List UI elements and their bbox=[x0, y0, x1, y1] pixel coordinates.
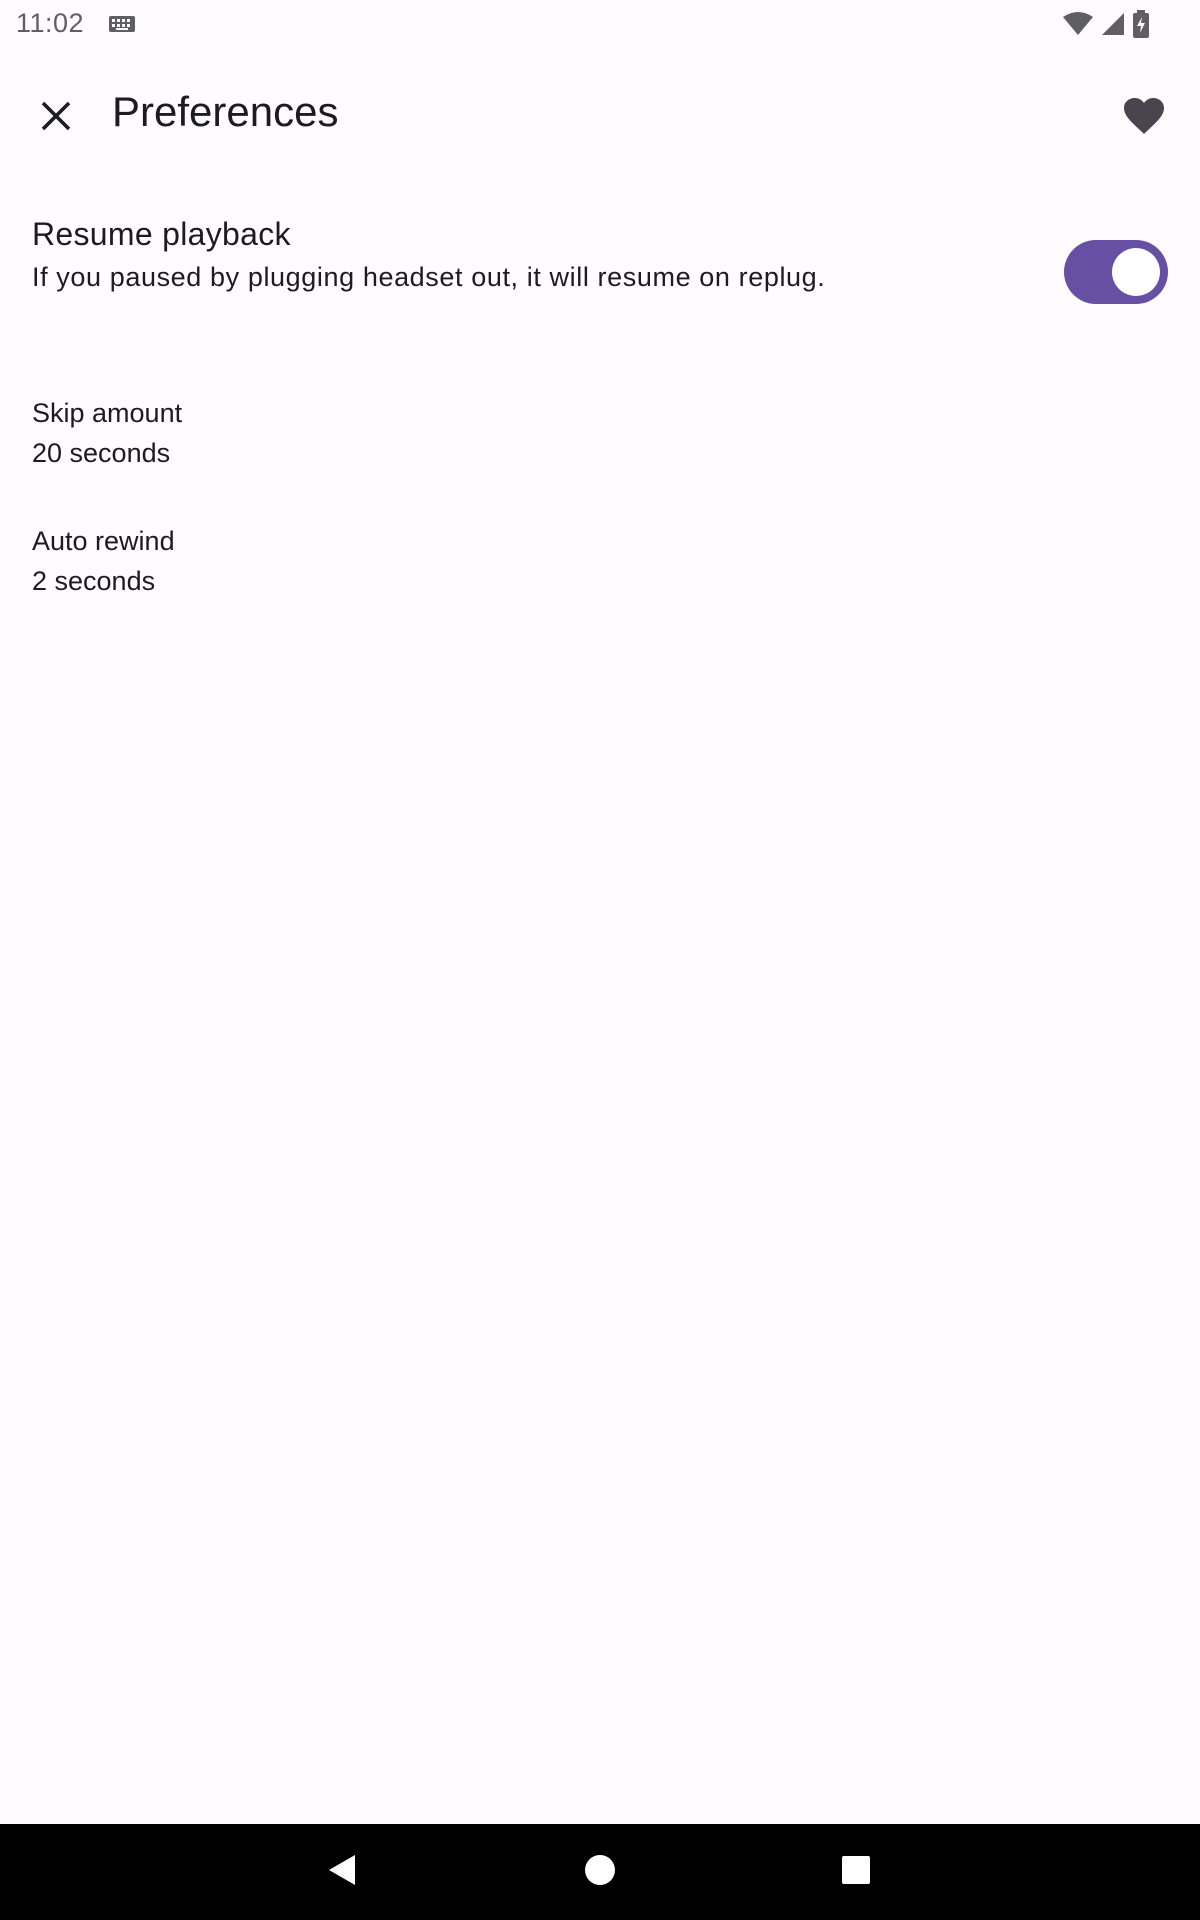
heart-icon bbox=[1123, 97, 1165, 140]
app-bar: Preferences bbox=[0, 64, 1200, 160]
auto-rewind-value: 2 seconds bbox=[32, 566, 156, 596]
resume-playback-title: Resume playback bbox=[32, 216, 291, 252]
favorite-button[interactable] bbox=[1114, 88, 1174, 148]
page-title: Preferences bbox=[112, 88, 339, 135]
battery-charging-icon bbox=[1132, 10, 1150, 43]
wifi-icon bbox=[1062, 11, 1094, 42]
resume-playback-preference[interactable]: Resume playback If you paused by pluggin… bbox=[0, 200, 1200, 340]
back-button[interactable] bbox=[312, 1842, 372, 1902]
back-icon bbox=[325, 1853, 359, 1892]
resume-playback-switch[interactable] bbox=[1064, 240, 1168, 304]
recents-icon bbox=[840, 1854, 872, 1891]
skip-amount-value: 20 seconds bbox=[32, 438, 171, 468]
close-button[interactable] bbox=[22, 84, 90, 152]
status-icons bbox=[1062, 10, 1150, 43]
cellular-signal-icon bbox=[1100, 11, 1126, 42]
recents-button[interactable] bbox=[826, 1842, 886, 1902]
skip-amount-preference[interactable]: Skip amount 20 seconds bbox=[0, 390, 1200, 490]
switch-thumb bbox=[1112, 248, 1160, 296]
keyboard-icon bbox=[108, 14, 136, 39]
navigation-bar bbox=[0, 1824, 1200, 1920]
status-time: 11:02 bbox=[16, 8, 85, 38]
auto-rewind-preference[interactable]: Auto rewind 2 seconds bbox=[0, 518, 1200, 618]
auto-rewind-title: Auto rewind bbox=[32, 526, 175, 556]
close-icon bbox=[39, 99, 73, 138]
status-bar: 11:02 bbox=[0, 0, 1200, 50]
resume-playback-summary: If you paused by plugging headset out, i… bbox=[32, 262, 826, 292]
skip-amount-title: Skip amount bbox=[32, 398, 183, 428]
home-button[interactable] bbox=[570, 1842, 630, 1902]
home-icon bbox=[584, 1854, 616, 1891]
